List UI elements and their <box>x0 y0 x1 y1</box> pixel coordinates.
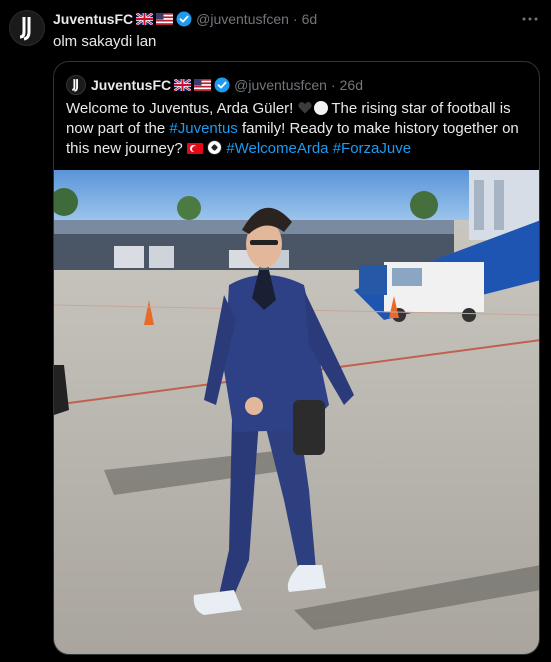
separator-dot: · <box>292 11 298 27</box>
more-horizontal-icon <box>522 17 538 21</box>
juventus-logo-icon <box>72 79 79 92</box>
tweet-time[interactable]: 6d <box>302 11 318 27</box>
quoted-author-handle[interactable]: @juventusfcen <box>234 77 327 93</box>
us-flag-icon <box>194 79 212 91</box>
uk-flag-icon <box>174 79 192 91</box>
quoted-author-name[interactable]: JuventusFC <box>91 77 171 93</box>
tweet-text: olm sakaydi lan <box>53 33 157 50</box>
author-name[interactable]: JuventusFC <box>53 11 133 27</box>
turkey-flag-icon <box>186 143 203 154</box>
verified-badge-icon <box>176 11 192 27</box>
hashtag-forzajuve[interactable]: #ForzaJuve <box>333 140 411 157</box>
quoted-tweet-time[interactable]: 26d <box>340 77 363 93</box>
us-flag-icon <box>156 13 174 25</box>
quoted-tweet-text: Welcome to Juventus, Arda Güler! The ris… <box>66 99 531 159</box>
soccer-ball-icon <box>207 140 223 155</box>
hashtag-juventus[interactable]: #Juventus <box>169 120 237 137</box>
white-circle-icon <box>313 101 328 115</box>
tweet[interactable]: JuventusFC @juventusfcen · 6d olm sakayd… <box>0 0 551 662</box>
separator-dot: · <box>330 77 336 93</box>
black-heart-icon <box>298 102 311 114</box>
uk-flag-icon <box>136 13 154 25</box>
more-options-button[interactable] <box>520 10 540 28</box>
quoted-tweet[interactable]: JuventusFC @juventusfcen · 26d Welcome t… <box>53 61 540 655</box>
verified-badge-icon <box>214 77 230 93</box>
tweet-header: JuventusFC @juventusfcen · 6d <box>53 10 317 28</box>
player-walking-photo <box>54 170 539 654</box>
quoted-avatar[interactable] <box>66 75 86 95</box>
quote-text-part-1: Welcome to Juventus, Arda Güler! <box>66 100 298 117</box>
avatar[interactable] <box>9 10 45 46</box>
quoted-tweet-header: JuventusFC @juventusfcen · 26d <box>66 74 363 96</box>
author-handle[interactable]: @juventusfcen <box>196 11 289 27</box>
juventus-logo-icon <box>19 17 31 41</box>
quoted-tweet-photo[interactable] <box>54 170 539 654</box>
hashtag-welcomearda[interactable]: #WelcomeArda <box>226 140 328 157</box>
